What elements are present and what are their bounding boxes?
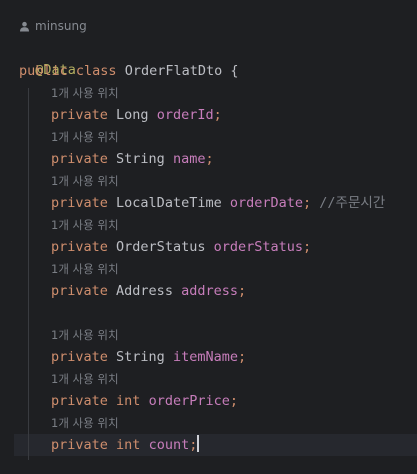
usage-hint[interactable]: 1개 사용 위치 <box>51 171 119 191</box>
field-type: LocalDateTime <box>116 195 222 211</box>
semicolon: ; <box>238 349 247 365</box>
author-hint[interactable]: minsung <box>19 19 87 33</box>
semicolon: ; <box>229 393 238 409</box>
field-line[interactable]: private Long orderId; <box>51 104 417 126</box>
usage-hint[interactable]: 1개 사용 위치 <box>51 215 119 235</box>
usage-hint[interactable]: 1개 사용 위치 <box>51 325 119 345</box>
semicolon: ; <box>189 437 198 453</box>
private-keyword: private <box>51 195 108 211</box>
class-declaration-line[interactable]: public class OrderFlatDto { <box>19 60 417 82</box>
private-keyword: private <box>51 393 108 409</box>
field-type: String <box>116 349 165 365</box>
private-keyword: private <box>51 239 108 255</box>
field-type: String <box>116 151 165 167</box>
usage-hint[interactable]: 1개 사용 위치 <box>51 83 119 103</box>
field-name: orderId <box>156 107 214 123</box>
field-line[interactable]: private String name; <box>51 148 417 170</box>
field-name: orderPrice <box>148 393 230 409</box>
usage-hint[interactable]: 1개 사용 위치 <box>51 259 119 279</box>
private-keyword: private <box>51 283 108 299</box>
semicolon: ; <box>303 195 312 211</box>
field-name: name <box>172 151 206 167</box>
field-line[interactable]: private int count; <box>51 434 417 456</box>
field-type: Long <box>116 107 149 123</box>
field-line[interactable]: private LocalDateTime orderDate; //주문시간 <box>51 192 417 214</box>
field-type: int <box>116 437 141 453</box>
semicolon: ; <box>205 151 214 167</box>
usage-hint[interactable]: 1개 사용 위치 <box>51 369 119 389</box>
line-comment: //주문시간 <box>319 195 386 211</box>
field-type: Address <box>116 283 173 299</box>
usage-hint[interactable]: 1개 사용 위치 <box>51 413 119 433</box>
private-keyword: private <box>51 107 108 123</box>
field-line[interactable]: private String itemName; <box>51 346 417 368</box>
semicolon: ; <box>213 107 222 123</box>
user-icon <box>19 21 30 32</box>
usage-hint[interactable]: 1개 사용 위치 <box>51 127 119 147</box>
open-brace: { <box>222 63 239 79</box>
field-line[interactable]: private OrderStatus orderStatus; <box>51 236 417 258</box>
class-name: OrderFlatDto <box>124 63 223 79</box>
private-keyword: private <box>51 349 108 365</box>
field-type: OrderStatus <box>116 239 206 255</box>
field-name: itemName <box>172 349 238 365</box>
private-keyword: private <box>51 437 108 453</box>
indent-guide <box>28 88 29 460</box>
field-line[interactable]: private Address address; <box>51 280 417 302</box>
semicolon: ; <box>238 283 247 299</box>
annotation-line[interactable]: @Data <box>19 37 417 78</box>
field-name: count <box>148 437 190 453</box>
public-keyword: public <box>19 63 68 79</box>
private-keyword: private <box>51 151 108 167</box>
text-caret <box>197 435 200 452</box>
semicolon: ; <box>303 239 312 255</box>
class-keyword: class <box>75 63 117 79</box>
field-name: address <box>181 283 238 299</box>
field-line[interactable]: private int orderPrice; <box>51 390 417 412</box>
author-name: minsung <box>35 19 87 33</box>
field-type: int <box>116 393 141 409</box>
field-name: orderStatus <box>213 239 303 255</box>
field-name: orderDate <box>229 195 304 211</box>
